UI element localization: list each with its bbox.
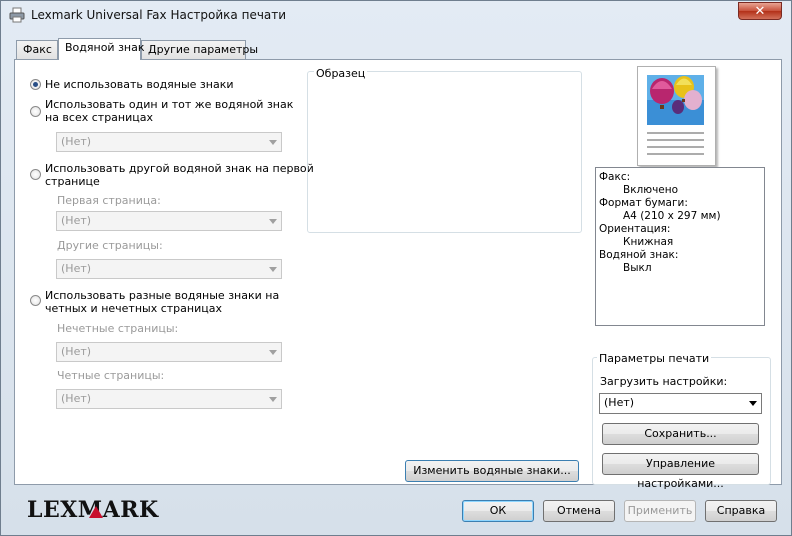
dropdown-arrow-icon — [269, 397, 277, 402]
dropdown-arrow-icon — [749, 401, 757, 406]
summary-value-watermark: Выкл — [623, 262, 652, 274]
first-page-select[interactable]: (Нет) — [56, 211, 282, 231]
radio-odd-even-watermark[interactable] — [30, 295, 41, 306]
other-pages-select[interactable]: (Нет) — [56, 259, 282, 279]
summary-key-watermark: Водяной знак: — [599, 249, 679, 261]
same-watermark-select[interactable]: (Нет) — [56, 132, 282, 152]
radio-same-watermark-label-line2[interactable]: на всех страницах — [45, 111, 153, 124]
even-pages-value: (Нет) — [61, 392, 92, 405]
radio-no-watermark-label[interactable]: Не использовать водяные знаки — [45, 78, 234, 91]
first-page-label: Первая страница: — [57, 194, 161, 207]
radio-same-watermark[interactable] — [30, 106, 41, 117]
even-pages-label: Четные страницы: — [57, 369, 165, 382]
summary-value-fax: Включено — [623, 184, 679, 196]
other-pages-label: Другие страницы: — [57, 239, 163, 252]
load-settings-label: Загрузить настройки: — [600, 375, 728, 388]
odd-pages-label: Нечетные страницы: — [57, 322, 179, 335]
apply-button[interactable]: Применить — [624, 500, 696, 522]
first-page-value: (Нет) — [61, 214, 92, 227]
summary-key-orientation: Ориентация: — [599, 223, 671, 235]
sample-title: Образец — [314, 67, 368, 80]
radio-odd-even-label-line2[interactable]: четных и нечетных страницах — [45, 302, 222, 315]
printer-icon — [9, 7, 25, 23]
dropdown-arrow-icon — [269, 140, 277, 145]
odd-pages-value: (Нет) — [61, 345, 92, 358]
save-settings-button[interactable]: Сохранить... — [602, 423, 759, 445]
tab-fax[interactable]: Факс — [16, 40, 58, 59]
radio-first-page-label-line2[interactable]: странице — [45, 175, 100, 188]
even-pages-select[interactable]: (Нет) — [56, 389, 282, 409]
radio-odd-even-label-line1[interactable]: Использовать разные водяные знаки на — [45, 289, 279, 302]
dropdown-arrow-icon — [269, 350, 277, 355]
other-pages-value: (Нет) — [61, 262, 92, 275]
page-preview — [637, 66, 716, 166]
help-button[interactable]: Справка — [705, 500, 777, 522]
close-button[interactable]: ✕ — [738, 2, 782, 20]
print-settings-title: Параметры печати — [597, 352, 712, 365]
edit-watermarks-button[interactable]: Изменить водяные знаки... — [405, 460, 579, 482]
tab-other-settings[interactable]: Другие параметры — [141, 40, 258, 59]
title-bar: Lexmark Universal Fax Настройка печати ✕ — [1, 1, 791, 29]
load-settings-value: (Нет) — [604, 396, 635, 409]
tab-watermark[interactable]: Водяной знак — [58, 38, 145, 60]
balloons-image-icon — [647, 75, 704, 155]
dropdown-arrow-icon — [269, 267, 277, 272]
window-title: Lexmark Universal Fax Настройка печати — [31, 8, 287, 22]
radio-same-watermark-label-line1[interactable]: Использовать один и тот же водяной знак — [45, 98, 293, 111]
load-settings-select[interactable]: (Нет) — [599, 393, 762, 414]
radio-first-page-watermark[interactable] — [30, 169, 41, 180]
cancel-button[interactable]: Отмена — [543, 500, 615, 522]
ok-button[interactable]: ОК — [462, 500, 534, 522]
summary-key-paper-size: Формат бумаги: — [599, 197, 688, 209]
settings-summary: Факс: Включено Формат бумаги: A4 (210 x … — [595, 167, 765, 326]
manage-settings-button[interactable]: Управление настройками... — [602, 453, 759, 490]
summary-value-paper-size: A4 (210 x 297 мм) — [623, 210, 721, 222]
logo-accent-icon — [89, 506, 103, 518]
radio-no-watermark[interactable] — [30, 79, 41, 90]
same-watermark-value: (Нет) — [61, 135, 92, 148]
summary-value-orientation: Книжная — [623, 236, 674, 248]
sample-group: Образец — [307, 67, 582, 233]
dropdown-arrow-icon — [269, 219, 277, 224]
radio-first-page-label-line1[interactable]: Использовать другой водяной знак на перв… — [45, 162, 314, 175]
print-settings-window: Lexmark Universal Fax Настройка печати ✕… — [0, 0, 792, 536]
odd-pages-select[interactable]: (Нет) — [56, 342, 282, 362]
summary-key-fax: Факс: — [599, 171, 631, 183]
